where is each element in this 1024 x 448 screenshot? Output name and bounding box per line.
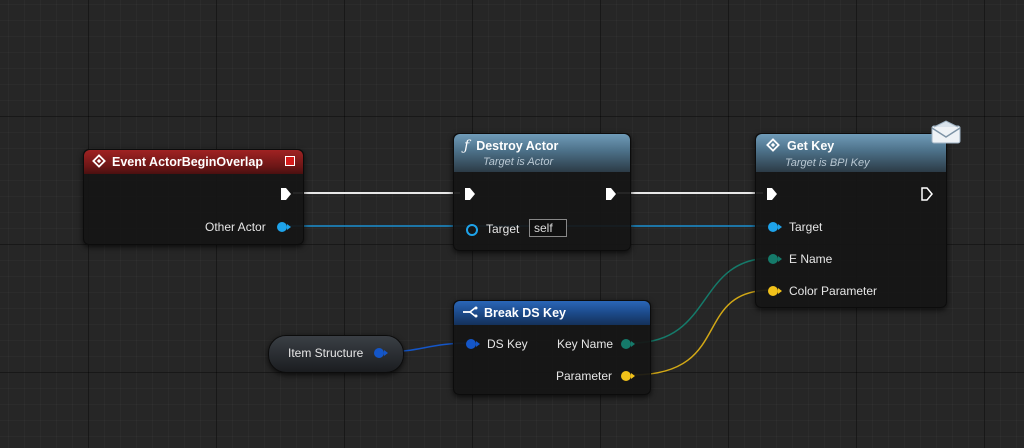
color-parameter-label: Color Parameter: [789, 284, 878, 298]
other-actor-label: Other Actor: [205, 220, 266, 234]
parameter-label: Parameter: [556, 369, 613, 383]
target-label: Target: [486, 222, 520, 236]
key-name-label: Key Name: [557, 337, 614, 351]
item-structure-pin[interactable]: [374, 348, 388, 358]
event-node-header[interactable]: Event ActorBeginOverlap: [84, 150, 303, 174]
break-struct-icon: [462, 306, 478, 321]
key-name-pin[interactable]: [621, 339, 635, 349]
ename-pin[interactable]: [768, 254, 782, 264]
target-label: Target: [789, 220, 823, 234]
event-actorbeginoverlap-node[interactable]: Event ActorBeginOverlap Other Actor: [83, 149, 304, 245]
get-key-node[interactable]: Get Key Target is BPI Key Target E Name …: [755, 120, 961, 308]
other-actor-pin[interactable]: [277, 222, 291, 232]
ename-label: E Name: [789, 252, 833, 266]
destroy-actor-node[interactable]: ƒ Destroy Actor Target is Actor Target s…: [453, 133, 631, 251]
getkey-node-header[interactable]: Get Key Target is BPI Key: [756, 134, 946, 172]
name-wire-keyname-to-ename: [631, 257, 773, 344]
exec-out-pin[interactable]: [280, 187, 292, 206]
item-structure-label: Item Structure: [288, 346, 364, 360]
event-node-title: Event ActorBeginOverlap: [112, 155, 263, 169]
exec-out-pin[interactable]: [605, 187, 617, 206]
breakkey-node-header[interactable]: Break DS Key: [454, 301, 650, 325]
ds-key-pin[interactable]: [466, 339, 480, 349]
break-ds-key-node[interactable]: Break DS Key DS Key Key Name Parameter: [453, 300, 651, 395]
target-pin[interactable]: [466, 224, 478, 236]
interface-diamond-icon: [766, 137, 780, 155]
exec-out-pin[interactable]: [921, 187, 933, 206]
event-diamond-icon: [92, 153, 106, 171]
envelope-message-icon: [931, 120, 961, 149]
destroy-node-header[interactable]: ƒ Destroy Actor Target is Actor: [454, 134, 630, 172]
target-pin[interactable]: [768, 222, 782, 232]
exec-in-pin[interactable]: [766, 187, 778, 206]
exec-in-pin[interactable]: [464, 187, 476, 206]
event-delegate-pin[interactable]: [285, 156, 295, 166]
item-structure-variable-node[interactable]: Item Structure: [268, 335, 404, 373]
destroy-node-subtitle: Target is Actor: [483, 156, 554, 168]
ds-key-label: DS Key: [487, 337, 528, 351]
destroy-node-title: Destroy Actor: [476, 139, 559, 153]
function-f-icon: ƒ: [464, 138, 470, 154]
parameter-pin[interactable]: [621, 371, 635, 381]
getkey-node-title: Get Key: [787, 139, 835, 153]
breakkey-node-title: Break DS Key: [484, 306, 566, 320]
getkey-node-subtitle: Target is BPI Key: [785, 156, 870, 169]
target-self-field[interactable]: self: [529, 219, 567, 237]
color-parameter-pin[interactable]: [768, 286, 782, 296]
